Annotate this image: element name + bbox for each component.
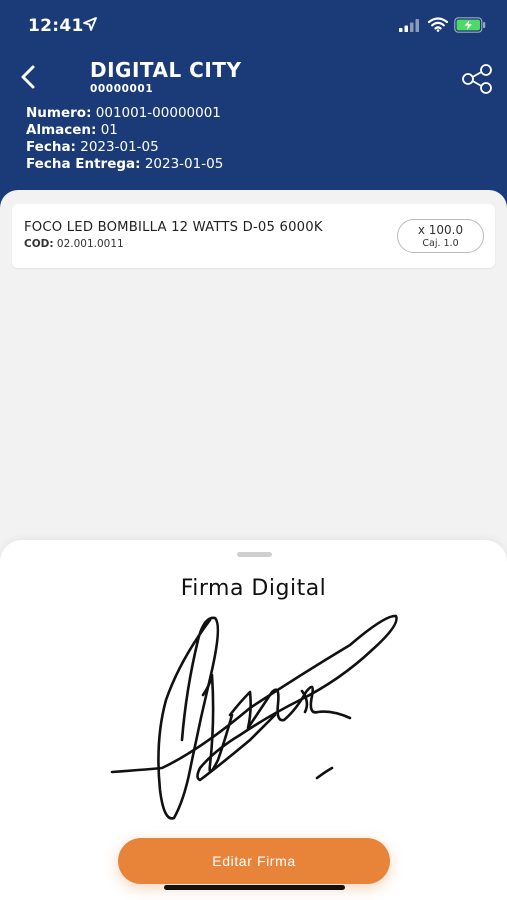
info-fecha-entrega: Fecha Entrega: 2023-01-05	[26, 156, 224, 172]
header: 12:41 DIGITAL CITY 00000001 Numero: 0010…	[0, 0, 507, 210]
signature-title: Firma Digital	[180, 576, 327, 601]
info-numero: Numero: 001001-00000001	[26, 105, 221, 121]
quantity-value: x 100.0	[417, 223, 464, 237]
sheet-grabber-handle[interactable]	[237, 552, 272, 557]
status-bar: 12:41	[0, 0, 507, 50]
product-code: COD: 02.001.0011	[24, 238, 124, 250]
cellular-signal-icon	[399, 19, 419, 32]
location-arrow-icon	[83, 17, 97, 31]
info-fecha: Fecha: 2023-01-05	[26, 139, 159, 155]
order-info: Numero: 001001-00000001 Almacen: 01 Fech…	[26, 105, 223, 173]
status-time: 12:41	[28, 16, 84, 36]
edit-signature-button[interactable]: Editar Firma	[118, 838, 390, 884]
battery-charging-icon	[454, 17, 486, 33]
info-almacen: Almacen: 01	[26, 122, 118, 138]
wifi-icon	[428, 17, 448, 32]
unit-value: Caj. 1.0	[422, 238, 459, 249]
company-code: 00000001	[90, 83, 154, 95]
back-chevron-icon[interactable]	[18, 64, 40, 90]
product-item-card[interactable]: FOCO LED BOMBILLA 12 WATTS D-05 6000K CO…	[12, 204, 495, 268]
quantity-badge: x 100.0 Caj. 1.0	[397, 219, 484, 253]
share-icon[interactable]	[460, 64, 494, 94]
company-name: DIGITAL CITY	[90, 58, 242, 82]
home-indicator	[164, 885, 345, 890]
signature-drawing	[110, 614, 398, 820]
product-name: FOCO LED BOMBILLA 12 WATTS D-05 6000K	[24, 220, 323, 235]
